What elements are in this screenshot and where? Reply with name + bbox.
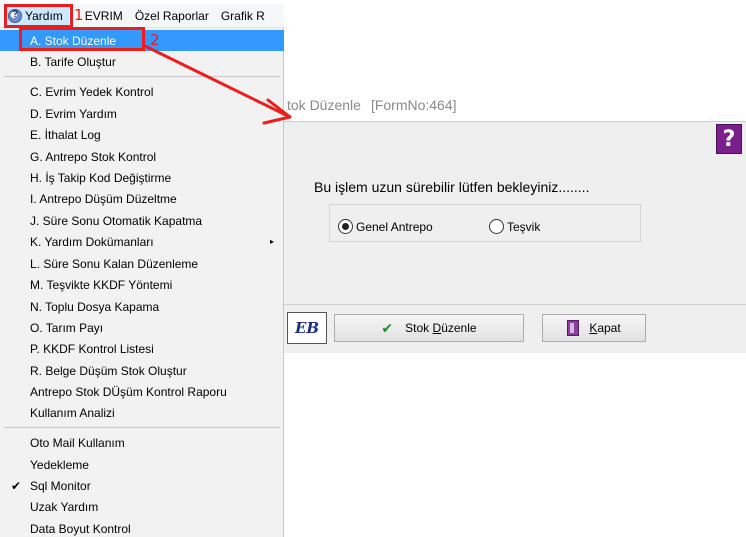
menu-item-antrepo-stok-dusum-raporu[interactable]: Antrepo Stok DÜşüm Kontrol Raporu bbox=[0, 381, 284, 402]
radio-genel-antrepo-label: Genel Antrepo bbox=[356, 219, 433, 234]
menu-item-antrepo-stok-kontrol[interactable]: G. Antrepo Stok Kontrol bbox=[0, 146, 284, 167]
radio-selected-icon bbox=[338, 219, 353, 234]
menu-item-uzak-yardim[interactable]: Uzak Yardım bbox=[0, 496, 284, 517]
menu-item-ithalat-log[interactable]: E. İthalat Log bbox=[0, 124, 284, 145]
radio-tesvik[interactable]: Teşvik bbox=[489, 219, 540, 234]
menu-item-yedekleme[interactable]: Yedekleme bbox=[0, 454, 284, 475]
form-number: [FormNo:464] bbox=[370, 97, 457, 113]
annotation-box-2 bbox=[19, 27, 145, 51]
help-icon[interactable]: ? bbox=[716, 124, 742, 154]
exit-door-icon bbox=[567, 320, 580, 336]
menu-item-kkdf-kontrol-listesi[interactable]: P. KKDF Kontrol Listesi bbox=[0, 338, 284, 359]
submenu-arrow-icon: ▸ bbox=[269, 237, 274, 246]
radio-genel-antrepo[interactable]: Genel Antrepo bbox=[338, 219, 433, 234]
stok-duzenle-dialog: ? Bu işlem uzun sürebilir lütfen bekleyi… bbox=[284, 121, 746, 353]
menu-item-tarife-olustur[interactable]: B. Tarife Oluştur bbox=[0, 51, 284, 72]
menu-evrim[interactable]: EVRIM bbox=[79, 5, 129, 27]
menu-item-yardim-dokumanlari[interactable]: K. Yardım Dokümanları ▸ bbox=[0, 231, 284, 252]
radio-empty-icon bbox=[489, 219, 504, 234]
menu-separator bbox=[4, 427, 280, 428]
menu-item-antrepo-dusum-duzeltme[interactable]: I. Antrepo Düşüm Düzeltme bbox=[0, 188, 284, 209]
menu-item-is-takip-kod[interactable]: H. İş Takip Kod Değiştirme bbox=[0, 167, 284, 188]
annotation-badge-1: 1 bbox=[74, 6, 84, 24]
menu-item-kullanim-analizi[interactable]: Kullanım Analizi bbox=[0, 402, 284, 423]
menu-ozel-raporlar[interactable]: Özel Raporlar bbox=[129, 5, 215, 27]
menu-item-data-boyut-kontrol[interactable]: Data Boyut Kontrol bbox=[0, 518, 284, 537]
dialog-title: tok Düzenle [FormNo:464] bbox=[287, 97, 457, 113]
menu-item-tarim-payi[interactable]: O. Tarım Payı bbox=[0, 317, 284, 338]
menu-item-sure-sonu-otomatik[interactable]: J. Süre Sonu Otomatik Kapatma bbox=[0, 210, 284, 231]
stok-duzenle-button[interactable]: ✔ Stok Düzenle bbox=[334, 314, 524, 342]
menu-item-sql-monitor[interactable]: ✔ Sql Monitor bbox=[0, 475, 284, 496]
kapat-button-label: Kapat bbox=[589, 321, 621, 335]
stok-duzenle-button-label: Stok Düzenle bbox=[405, 321, 477, 335]
dialog-title-text: tok Düzenle bbox=[287, 97, 361, 113]
toolbar-separator bbox=[284, 304, 746, 305]
menu-item-belge-dusum-stok[interactable]: R. Belge Düşüm Stok Oluştur bbox=[0, 360, 284, 381]
menu-item-oto-mail[interactable]: Oto Mail Kullanım bbox=[0, 432, 284, 453]
radio-tesvik-label: Teşvik bbox=[507, 219, 541, 234]
menu-separator bbox=[4, 76, 280, 77]
menu-item-evrim-yedek-kontrol[interactable]: C. Evrim Yedek Kontrol bbox=[0, 81, 284, 102]
annotation-badge-2: 2 bbox=[150, 31, 160, 49]
eb-logo-button[interactable]: EB bbox=[287, 312, 327, 344]
kapat-button[interactable]: Kapat bbox=[542, 314, 646, 342]
wait-message: Bu işlem uzun sürebilir lütfen bekleyini… bbox=[314, 179, 590, 195]
yardim-dropdown: A. Stok Düzenle B. Tarife Oluştur C. Evr… bbox=[0, 28, 284, 537]
annotation-box-1 bbox=[4, 4, 73, 28]
menu-grafik[interactable]: Grafik R bbox=[215, 5, 271, 27]
check-icon: ✔ bbox=[11, 478, 22, 493]
menu-item-sure-sonu-kalan[interactable]: L. Süre Sonu Kalan Düzenleme bbox=[0, 253, 284, 274]
menu-item-evrim-yardim[interactable]: D. Evrim Yardım bbox=[0, 103, 284, 124]
menu-item-tesvikte-kkdf[interactable]: M. Teşvikte KKDF Yöntemi bbox=[0, 274, 284, 295]
menu-item-toplu-dosya-kapama[interactable]: N. Toplu Dosya Kapama bbox=[0, 296, 284, 317]
checkmark-icon: ✔ bbox=[381, 319, 394, 336]
